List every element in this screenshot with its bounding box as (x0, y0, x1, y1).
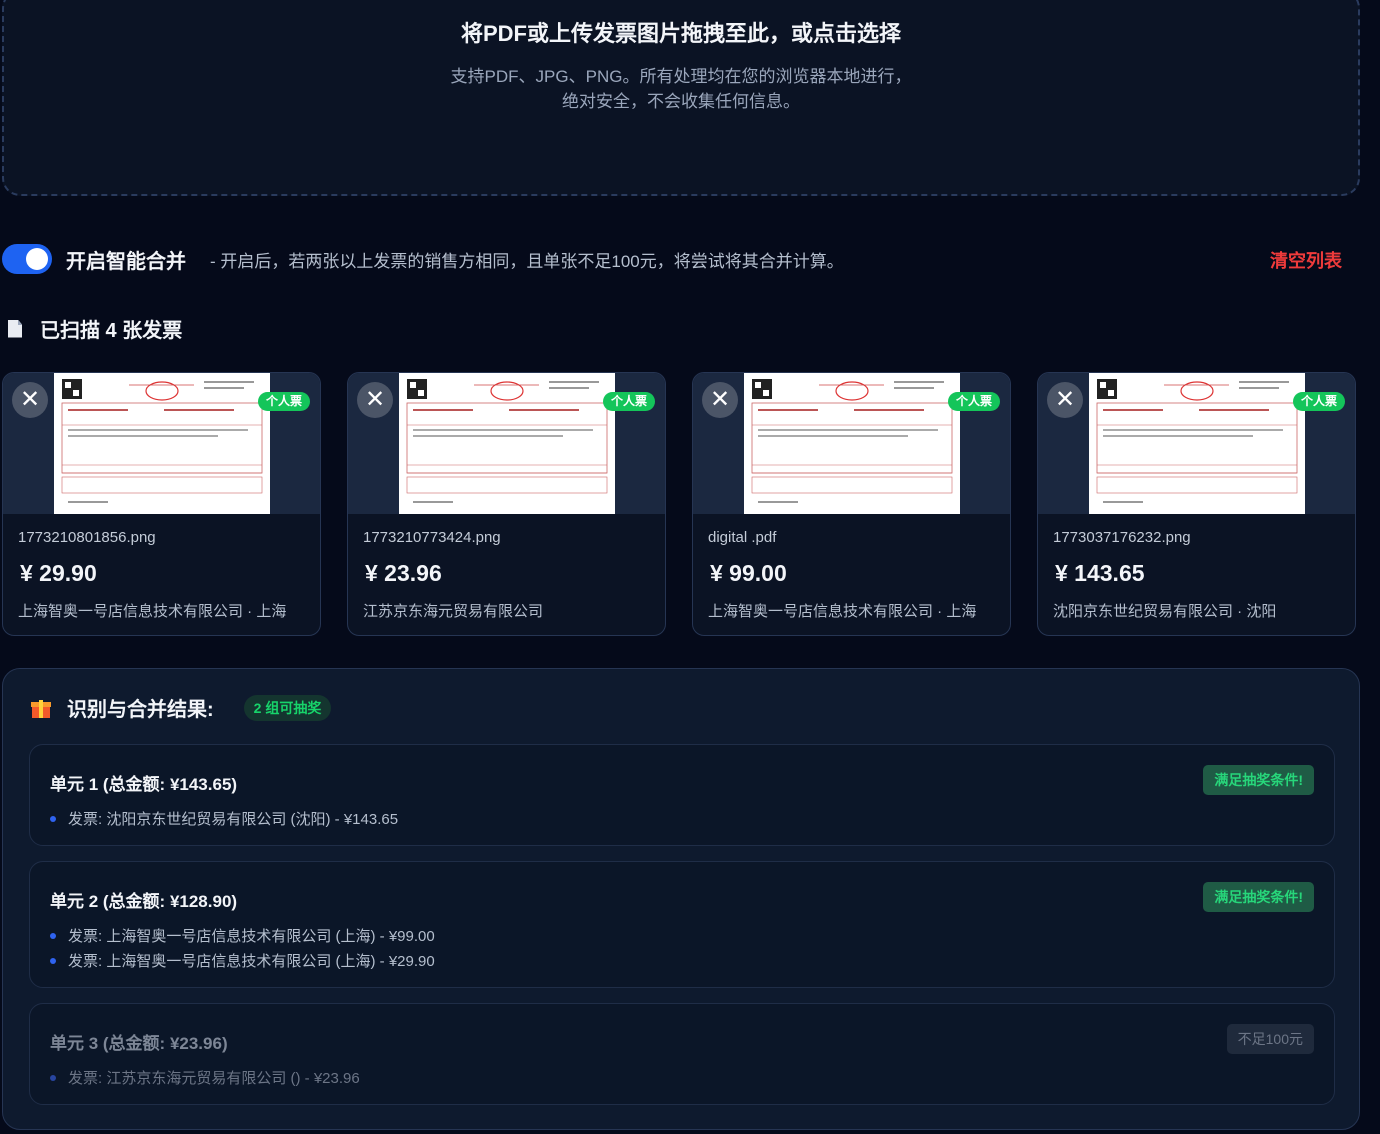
toggle-knob (26, 248, 48, 270)
invoice-thumbnail (1089, 373, 1305, 514)
unit-invoice-item: 发票: 江苏京东海元贸易有限公司 () - ¥23.96 (50, 1065, 360, 1090)
invoice-filename: 1773210773424.png (363, 529, 501, 546)
invoice-card[interactable]: ✕ 个人票 1773210801856.png ¥ 29.90 上海智奥一号店信… (2, 372, 321, 636)
results-title: 识别与合并结果: (67, 699, 214, 721)
unit-title: 单元 2 (总金额: ¥128.90) (50, 892, 238, 911)
unit-invoice-list: 发票: 沈阳京东世纪贸易有限公司 (沈阳) - ¥143.65 (50, 806, 398, 831)
unit-invoice-list: 发票: 江苏京东海元贸易有限公司 () - ¥23.96 (50, 1065, 360, 1090)
remove-invoice-button[interactable]: ✕ (1047, 382, 1083, 418)
invoice-merge-page: 将PDF或上传发票图片拖拽至此，或点击选择 支持PDF、JPG、PNG。所有处理… (0, 0, 1380, 1134)
dropzone-subtitle: 支持PDF、JPG、PNG。所有处理均在您的浏览器本地进行， 绝对安全，不会收集… (4, 64, 1358, 114)
result-unit: 单元 2 (总金额: ¥128.90) 满足抽奖条件! 发票: 上海智奥一号店信… (29, 861, 1335, 988)
smart-merge-label: 开启智能合并 (66, 250, 186, 273)
invoice-preview-area: ✕ 个人票 (1038, 373, 1355, 514)
invoice-preview-area: ✕ 个人票 (693, 373, 1010, 514)
results-header: 识别与合并结果: 2 组可抽奖 (31, 693, 332, 722)
personal-invoice-badge: 个人票 (602, 392, 655, 411)
invoice-seller: 江苏京东海元贸易有限公司 (363, 603, 544, 620)
result-unit: 单元 3 (总金额: ¥23.96) 不足100元 发票: 江苏京东海元贸易有限… (29, 1003, 1335, 1105)
invoice-card-list: ✕ 个人票 1773210801856.png ¥ 29.90 上海智奥一号店信… (2, 372, 1356, 636)
unit-invoice-item: 发票: 上海智奥一号店信息技术有限公司 (上海) - ¥99.00 (50, 923, 435, 948)
dropzone-subtitle-line2: 绝对安全，不会收集任何信息。 (562, 92, 800, 111)
bullet-dot (50, 957, 56, 964)
unit-invoice-text: 发票: 沈阳京东世纪贸易有限公司 (沈阳) - ¥143.65 (68, 811, 399, 828)
unit-invoice-text: 发票: 上海智奥一号店信息技术有限公司 (上海) - ¥99.00 (68, 928, 435, 945)
unit-invoice-item: 发票: 上海智奥一号店信息技术有限公司 (上海) - ¥29.90 (50, 948, 435, 973)
personal-invoice-badge: 个人票 (257, 392, 310, 411)
personal-invoice-badge: 个人票 (947, 392, 1000, 411)
scanned-heading: 已扫描 4 张发票 (8, 314, 182, 343)
unit-status-badge: 不足100元 (1226, 1024, 1314, 1054)
invoice-card[interactable]: ✕ 个人票 1773037176232.png ¥ 143.65 沈阳京东世纪贸… (1037, 372, 1356, 636)
merge-results-panel: 识别与合并结果: 2 组可抽奖 单元 1 (总金额: ¥143.65) 满足抽奖… (2, 668, 1360, 1130)
unit-status-badge: 满足抽奖条件! (1203, 882, 1314, 912)
invoice-filename: digital .pdf (708, 529, 777, 546)
invoice-seller: 上海智奥一号店信息技术有限公司 · 上海 (18, 603, 287, 620)
invoice-amount: ¥ 99.00 (710, 560, 787, 586)
invoice-amount: ¥ 143.65 (1055, 560, 1145, 586)
invoice-thumbnail (54, 373, 270, 514)
remove-invoice-button[interactable]: ✕ (357, 382, 393, 418)
invoice-preview-area: ✕ 个人票 (348, 373, 665, 514)
invoice-card[interactable]: ✕ 个人票 1773210773424.png ¥ 23.96 江苏京东海元贸易… (347, 372, 666, 636)
unit-invoice-list: 发票: 上海智奥一号店信息技术有限公司 (上海) - ¥99.00 发票: 上海… (50, 923, 435, 973)
document-icon (8, 319, 22, 338)
unit-status-badge: 满足抽奖条件! (1203, 765, 1314, 795)
unit-invoice-text: 发票: 江苏京东海元贸易有限公司 () - ¥23.96 (68, 1070, 360, 1087)
result-unit: 单元 1 (总金额: ¥143.65) 满足抽奖条件! 发票: 沈阳京东世纪贸易… (29, 744, 1335, 846)
bullet-dot (50, 815, 56, 822)
smart-merge-toggle[interactable] (2, 244, 52, 274)
invoice-preview-area: ✕ 个人票 (3, 373, 320, 514)
unit-invoice-text: 发票: 上海智奥一号店信息技术有限公司 (上海) - ¥29.90 (68, 953, 435, 970)
clear-list-button[interactable]: 清空列表 (1270, 247, 1342, 273)
invoice-seller: 沈阳京东世纪贸易有限公司 · 沈阳 (1053, 603, 1277, 620)
invoice-amount: ¥ 29.90 (20, 560, 97, 586)
invoice-seller: 上海智奥一号店信息技术有限公司 · 上海 (708, 603, 977, 620)
dropzone-title: 将PDF或上传发票图片拖拽至此，或点击选择 (460, 21, 901, 46)
bullet-dot (50, 932, 56, 939)
remove-invoice-button[interactable]: ✕ (702, 382, 738, 418)
dropzone-subtitle-line1: 支持PDF、JPG、PNG。所有处理均在您的浏览器本地进行， (450, 67, 912, 86)
bullet-dot (50, 1074, 56, 1081)
invoice-amount: ¥ 23.96 (365, 560, 442, 586)
smart-merge-description: - 开启后，若两张以上发票的销售方相同，且单张不足100元，将尝试将其合并计算。 (210, 251, 844, 271)
unit-invoice-item: 发票: 沈阳京东世纪贸易有限公司 (沈阳) - ¥143.65 (50, 806, 398, 831)
invoice-card[interactable]: ✕ 个人票 digital .pdf ¥ 99.00 上海智奥一号店信息技术有限… (692, 372, 1011, 636)
merge-toggle-row: 开启智能合并 - 开启后，若两张以上发票的销售方相同，且单张不足100元，将尝试… (2, 240, 1342, 278)
lottery-group-count-badge: 2 组可抽奖 (243, 694, 332, 721)
remove-invoice-button[interactable]: ✕ (12, 382, 48, 418)
invoice-filename: 1773037176232.png (1053, 529, 1191, 546)
scanned-count-title: 已扫描 4 张发票 (40, 320, 183, 342)
unit-title: 单元 1 (总金额: ¥143.65) (50, 775, 238, 794)
personal-invoice-badge: 个人票 (1292, 392, 1345, 411)
invoice-filename: 1773210801856.png (18, 529, 156, 546)
gift-icon (31, 698, 51, 718)
invoice-thumbnail (744, 373, 960, 514)
invoice-thumbnail (399, 373, 615, 514)
file-dropzone[interactable]: 将PDF或上传发票图片拖拽至此，或点击选择 支持PDF、JPG、PNG。所有处理… (2, 0, 1360, 196)
unit-title: 单元 3 (总金额: ¥23.96) (50, 1034, 228, 1053)
